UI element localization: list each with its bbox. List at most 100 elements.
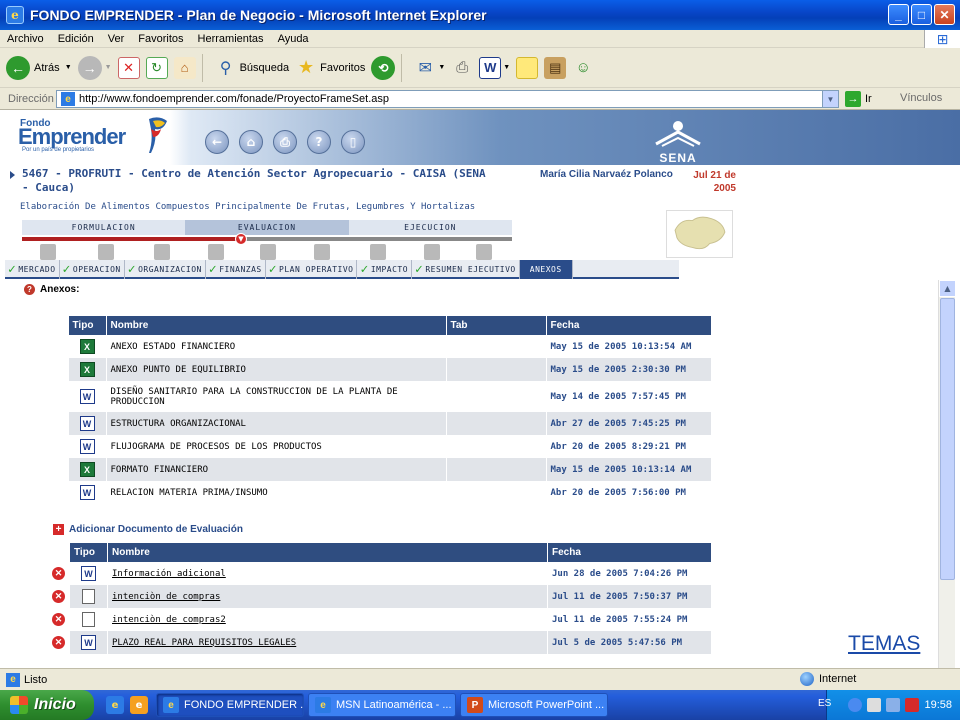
- mail-button[interactable]: ✉ ▼: [414, 57, 446, 79]
- word-file-icon[interactable]: W: [79, 416, 95, 431]
- cell-nombre[interactable]: FORMATO FINANCIERO: [106, 458, 447, 481]
- excel-file-icon[interactable]: X: [79, 339, 95, 354]
- word-file-icon[interactable]: W: [79, 439, 95, 454]
- menu-edicion[interactable]: Edición: [51, 33, 101, 45]
- links-label[interactable]: Vínculos: [900, 92, 942, 104]
- cell-nombre[interactable]: DISEÑO SANITARIO PARA LA CONSTRUCCION DE…: [106, 381, 447, 412]
- cell-nombre[interactable]: intenciòn de compras: [107, 585, 548, 608]
- table-row[interactable]: X ANEXO ESTADO FINANCIERO May 15 de 2005…: [48, 335, 712, 358]
- back-dropdown-icon[interactable]: ▼: [65, 64, 72, 71]
- delete-icon[interactable]: ✕: [52, 590, 65, 603]
- table-row[interactable]: W DISEÑO SANITARIO PARA LA CONSTRUCCION …: [48, 381, 712, 412]
- back-button[interactable]: ← Atrás ▼: [6, 55, 72, 80]
- phase-formulacion[interactable]: FORMULACION: [22, 220, 186, 235]
- tab-finanzas[interactable]: ✓ FINANZAS: [206, 260, 266, 279]
- menu-herramientas[interactable]: Herramientas: [191, 33, 271, 45]
- start-button[interactable]: Inicio: [0, 690, 94, 720]
- task-fondo-emprender[interactable]: e FONDO EMPRENDER ...: [156, 693, 304, 717]
- tab-resumen-ejecutivo[interactable]: ✓ RESUMEN EJECUTIVO: [412, 260, 520, 279]
- scroll-thumb[interactable]: [940, 298, 955, 580]
- tab-anexos[interactable]: ANEXOS: [519, 260, 573, 279]
- menu-ver[interactable]: Ver: [101, 33, 132, 45]
- table-row[interactable]: W ESTRUCTURA ORGANIZACIONAL Abr 27 de 20…: [48, 412, 712, 435]
- window-title-bar[interactable]: e FONDO EMPRENDER - Plan de Negocio - Mi…: [0, 0, 960, 30]
- tab-impacto[interactable]: ✓ IMPACTO: [357, 260, 413, 279]
- word-file-icon[interactable]: W: [81, 566, 96, 581]
- tab-mercado[interactable]: ✓ MERCADO: [5, 260, 60, 279]
- nav-back-icon[interactable]: ←: [205, 130, 229, 154]
- temas-link[interactable]: TEMAS: [848, 632, 920, 656]
- cell-nombre[interactable]: Información adicional: [107, 562, 548, 585]
- table-row[interactable]: W RELACION MATERIA PRIMA/INSUMO Abr 20 d…: [48, 481, 712, 504]
- vertical-scrollbar[interactable]: ▲: [938, 280, 956, 668]
- cell-nombre[interactable]: ANEXO ESTADO FINANCIERO: [106, 335, 447, 358]
- forward-button[interactable]: → ▼: [77, 55, 112, 80]
- excel-file-icon[interactable]: X: [79, 462, 95, 477]
- table-row[interactable]: ✕ intenciòn de compras Jul 11 de 2005 7:…: [48, 585, 712, 608]
- menu-favoritos[interactable]: Favoritos: [131, 33, 190, 45]
- cell-nombre[interactable]: intenciòn de compras2: [107, 608, 548, 631]
- cell-nombre[interactable]: FLUJOGRAMA DE PROCESOS DE LOS PRODUCTOS: [106, 435, 447, 458]
- clock[interactable]: 19:58: [924, 699, 952, 711]
- table-row[interactable]: ✕ intenciòn de compras2 Jul 11 de 2005 7…: [48, 608, 712, 631]
- delete-icon[interactable]: ✕: [52, 613, 65, 626]
- nav-home-icon[interactable]: ⌂: [239, 130, 263, 154]
- tab-organizacion[interactable]: ✓ ORGANIZACION: [125, 260, 206, 279]
- home-button[interactable]: ⌂: [173, 56, 196, 79]
- close-button[interactable]: ✕: [934, 4, 955, 25]
- excel-file-icon[interactable]: X: [79, 362, 95, 377]
- search-button[interactable]: ⚲ Búsqueda: [215, 57, 289, 79]
- print-button[interactable]: ⎙: [451, 57, 473, 79]
- word-file-icon[interactable]: W: [79, 485, 95, 500]
- minimize-button[interactable]: _: [888, 4, 909, 25]
- cell-nombre[interactable]: ANEXO PUNTO DE EQUILIBRIO: [106, 358, 447, 381]
- task-powerpoint[interactable]: P Microsoft PowerPoint ...: [460, 693, 608, 717]
- nav-help-icon[interactable]: ?: [307, 130, 331, 154]
- table-row[interactable]: ✕ W Información adicional Jun 28 de 2005…: [48, 562, 712, 585]
- mail-dropdown-icon[interactable]: ▼: [438, 64, 445, 71]
- quick-launch-ie-alt-icon[interactable]: e: [130, 696, 148, 714]
- history-button[interactable]: ⟲: [371, 55, 396, 80]
- menu-ayuda[interactable]: Ayuda: [271, 33, 316, 45]
- table-row[interactable]: ✕ W PLAZO REAL PARA REQUISITOS LEGALES J…: [48, 631, 712, 654]
- messenger-button[interactable]: ☺: [572, 57, 594, 79]
- cell-nombre[interactable]: RELACION MATERIA PRIMA/INSUMO: [106, 481, 447, 504]
- address-url[interactable]: http://www.fondoemprender.com/fonade/Pro…: [79, 93, 389, 105]
- nav-exit-icon[interactable]: ▯: [341, 130, 365, 154]
- go-button[interactable]: → Ir: [845, 91, 872, 107]
- delete-icon[interactable]: ✕: [52, 636, 65, 649]
- tab-operacion[interactable]: ✓ OPERACION: [60, 260, 125, 279]
- address-dropdown-icon[interactable]: ▼: [822, 91, 838, 107]
- text-file-icon[interactable]: [82, 589, 95, 604]
- favorites-button[interactable]: ★ Favoritos: [295, 57, 365, 79]
- phase-evaluacion[interactable]: EVALUACION: [185, 220, 349, 235]
- help-icon[interactable]: ?: [24, 284, 35, 295]
- word-file-icon[interactable]: W: [81, 635, 96, 650]
- menu-archivo[interactable]: Archivo: [0, 33, 51, 45]
- tray-monitor-icon[interactable]: [886, 698, 901, 712]
- forward-dropdown-icon[interactable]: ▼: [105, 64, 112, 71]
- research-button[interactable]: ▤: [544, 56, 567, 79]
- delete-icon[interactable]: ✕: [52, 567, 65, 580]
- language-indicator[interactable]: ES: [818, 698, 831, 709]
- word-file-icon[interactable]: W: [79, 389, 95, 404]
- nav-print-icon[interactable]: ⎙: [273, 130, 297, 154]
- table-row[interactable]: W FLUJOGRAMA DE PROCESOS DE LOS PRODUCTO…: [48, 435, 712, 458]
- tray-alert-icon[interactable]: [905, 698, 920, 712]
- refresh-button[interactable]: ↻: [145, 56, 168, 79]
- text-file-icon[interactable]: [82, 612, 95, 627]
- edit-button[interactable]: W ▼: [479, 56, 510, 79]
- stop-button[interactable]: ✕: [117, 56, 140, 79]
- quick-launch-ie-icon[interactable]: e: [106, 696, 124, 714]
- edit-dropdown-icon[interactable]: ▼: [503, 64, 510, 71]
- address-input[interactable]: e http://www.fondoemprender.com/fonade/P…: [56, 90, 839, 108]
- scroll-up-icon[interactable]: ▲: [939, 280, 956, 297]
- tab-plan-operativo[interactable]: ✓ PLAN OPERATIVO: [266, 260, 358, 279]
- phase-ejecucion[interactable]: EJECUCION: [348, 220, 512, 235]
- tray-network-icon[interactable]: [867, 698, 882, 712]
- table-row[interactable]: X ANEXO PUNTO DE EQUILIBRIO May 15 de 20…: [48, 358, 712, 381]
- maximize-button[interactable]: □: [911, 4, 932, 25]
- discuss-button[interactable]: [516, 56, 539, 79]
- cell-nombre[interactable]: PLAZO REAL PARA REQUISITOS LEGALES: [107, 631, 548, 654]
- task-msn[interactable]: e MSN Latinoamérica - ...: [308, 693, 456, 717]
